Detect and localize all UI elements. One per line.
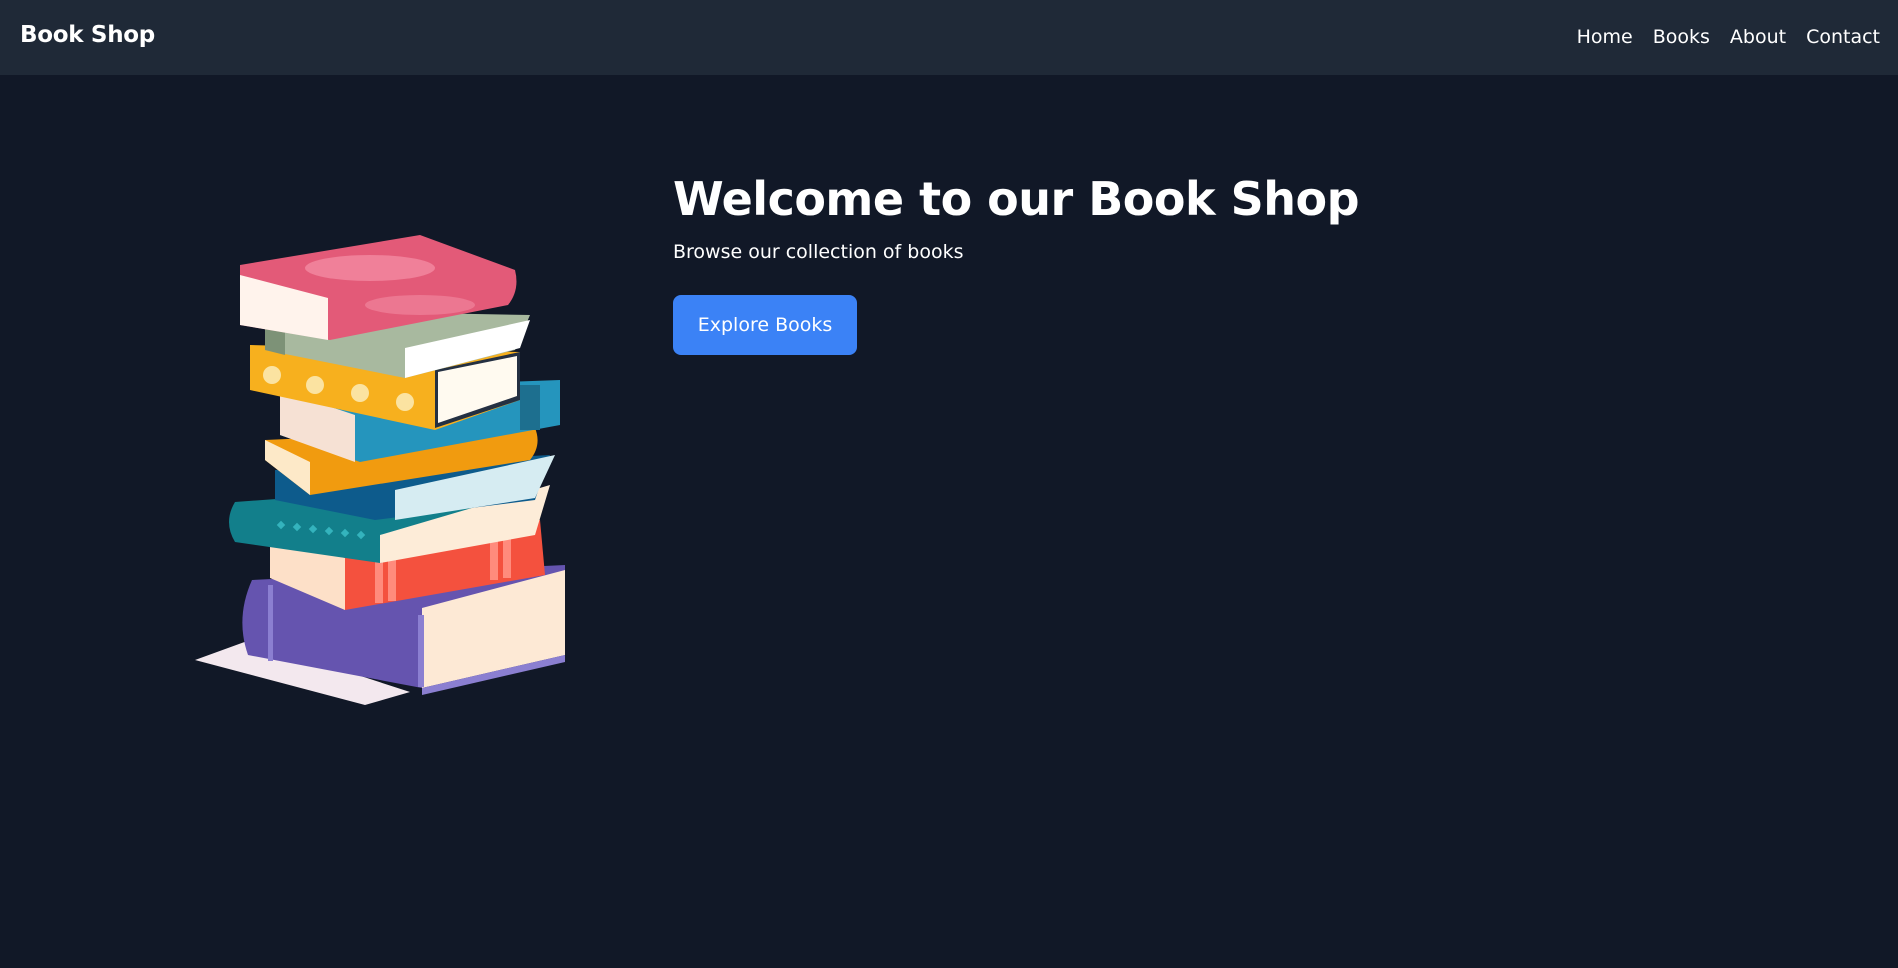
brand-logo[interactable]: Book Shop xyxy=(20,22,155,48)
hero-title: Welcome to our Book Shop xyxy=(673,172,1360,226)
nav-link-about[interactable]: About xyxy=(1730,26,1786,48)
nav-link-contact[interactable]: Contact xyxy=(1806,26,1880,48)
hero-text: Welcome to our Book Shop Browse our coll… xyxy=(673,172,1360,355)
explore-books-button[interactable]: Explore Books xyxy=(673,295,857,355)
navbar: Book Shop Home Books About Contact xyxy=(0,0,1898,75)
hero-subtitle: Browse our collection of books xyxy=(673,241,964,264)
nav-links: Home Books About Contact xyxy=(1577,26,1880,48)
nav-link-home[interactable]: Home xyxy=(1577,26,1633,48)
nav-link-books[interactable]: Books xyxy=(1653,26,1710,48)
stack-of-books-icon xyxy=(195,235,565,705)
